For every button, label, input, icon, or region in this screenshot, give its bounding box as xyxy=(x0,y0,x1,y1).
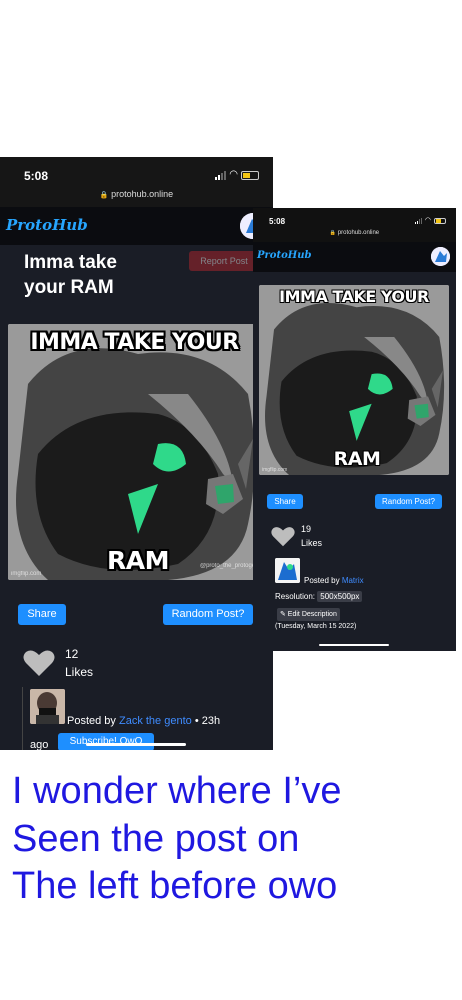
site-logo[interactable]: ProtoHub xyxy=(257,250,311,261)
edit-description-button[interactable]: ✎ Edit Description xyxy=(277,608,340,621)
report-post-button[interactable]: Report Post xyxy=(189,251,259,271)
likes-count: 19 xyxy=(301,524,312,534)
ago-text: ago xyxy=(30,739,49,750)
random-post-button[interactable]: Random Post? xyxy=(163,604,253,625)
posted-by-line: Posted by Zack the gento • 23h xyxy=(67,715,220,727)
watermark-right: @proto_the_protogen xyxy=(200,563,259,569)
subscribe-button[interactable]: Subscribe! OwO xyxy=(58,733,154,750)
heart-icon[interactable] xyxy=(271,526,295,547)
share-button[interactable]: Share xyxy=(267,494,303,509)
meme-bottom-text: RAM xyxy=(333,448,381,470)
caption-line-3: The left before owo xyxy=(12,865,338,907)
status-bar: 5:08 ◠ 🔒 protohub.online xyxy=(0,157,273,207)
random-post-button[interactable]: Random Post? xyxy=(375,494,442,509)
edit-description-label: ✎ Edit Description xyxy=(280,611,337,618)
meme-top-text: IMMA TAKE YOUR xyxy=(279,287,429,306)
post-image[interactable]: IMMA TAKE YOUR RAM imgflip.com xyxy=(259,285,449,475)
lock-icon: 🔒 xyxy=(329,230,337,236)
resolution-label: Resolution: xyxy=(275,592,316,601)
signal-icon xyxy=(215,170,227,180)
left-phone-screenshot: 5:08 ◠ 🔒 protohub.online ProtoHub Imma t… xyxy=(0,157,273,750)
post-image[interactable]: IMMA TAKE YOUR RAM imgflip.com @proto_th… xyxy=(8,324,261,580)
right-phone-screenshot: 5:08 ◠ 🔒 protohub.online ProtoHub IMMA T… xyxy=(253,208,456,651)
url-text: protohub.online xyxy=(337,230,380,236)
status-time: 5:08 xyxy=(269,217,286,226)
screenshot-collage: 5:08 ◠ 🔒 protohub.online ProtoHub Imma t… xyxy=(0,0,462,1000)
post-title: Imma take your RAM xyxy=(24,252,117,298)
watermark-left: imgflip.com xyxy=(11,571,42,577)
battery-icon xyxy=(434,217,446,224)
author-link[interactable]: Matrix xyxy=(342,576,364,585)
heart-icon[interactable] xyxy=(23,649,55,677)
wifi-icon: ◠ xyxy=(229,169,238,180)
watermark-left: imgflip.com xyxy=(262,467,288,473)
posted-by-prefix: Posted by xyxy=(67,715,116,727)
url-bar[interactable]: 🔒 protohub.online xyxy=(0,189,273,199)
status-time: 5:08 xyxy=(24,169,49,183)
home-indicator xyxy=(319,644,389,646)
battery-icon xyxy=(241,170,259,180)
likes-label: Likes xyxy=(65,665,94,679)
status-bar: 5:08 ◠ 🔒 protohub.online xyxy=(253,208,456,242)
likes-label: Likes xyxy=(301,538,323,548)
wifi-icon: ◠ xyxy=(424,217,431,224)
status-icons: ◠ xyxy=(414,217,446,224)
author-avatar[interactable] xyxy=(275,558,300,583)
url-bar[interactable]: 🔒 protohub.online xyxy=(253,230,456,236)
posted-by-line: Posted by Matrix xyxy=(304,576,364,585)
time-ago: • 23h xyxy=(194,715,221,727)
resolution-line: Resolution: 500x500px xyxy=(275,591,363,602)
resolution-value: 500x500px xyxy=(317,591,363,602)
user-avatar[interactable] xyxy=(431,247,450,266)
posted-by-prefix: Posted by xyxy=(304,576,340,585)
caption-line-2: Seen the post on xyxy=(12,817,300,860)
top-nav: ProtoHub xyxy=(253,242,456,272)
divider-line xyxy=(22,687,23,750)
signal-icon xyxy=(414,217,422,224)
site-logo[interactable]: ProtoHub xyxy=(6,216,88,234)
status-icons: ◠ xyxy=(215,170,259,180)
author-avatar[interactable] xyxy=(30,689,65,724)
handwritten-caption: I wonder where I’ve Seen the post on The… xyxy=(12,768,342,911)
lock-icon: 🔒 xyxy=(99,192,109,199)
share-button[interactable]: Share xyxy=(18,604,66,625)
caption-line-1: I wonder where I’ve xyxy=(12,770,342,812)
top-nav: ProtoHub xyxy=(0,207,273,245)
likes-count: 12 xyxy=(65,647,79,661)
meme-top-text: IMMA TAKE YOUR xyxy=(30,330,239,355)
post-date: (Tuesday, March 15 2022) xyxy=(275,623,357,630)
meme-bottom-text: RAM xyxy=(107,546,169,575)
url-text: protohub.online xyxy=(111,189,174,199)
home-indicator xyxy=(86,743,186,746)
author-link[interactable]: Zack the gento xyxy=(119,715,192,727)
